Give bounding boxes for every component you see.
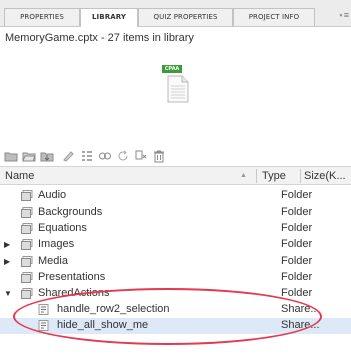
update-icon[interactable] <box>116 149 130 163</box>
new-folder-icon[interactable] <box>4 149 18 163</box>
row-name: Audio <box>38 189 67 201</box>
row-type: Folder <box>281 271 313 283</box>
panel-menu-icon[interactable]: ⋆≡ <box>338 10 349 21</box>
library-folder-backgrounds[interactable]: Backgrounds Folder <box>0 205 351 221</box>
row-type: Folder <box>281 255 313 267</box>
edit-icon[interactable] <box>61 149 75 163</box>
row-type: Folder <box>281 287 313 299</box>
panel-tab-bar: PROPERTIES LIBRARY QUIZ PROPERTIES PROJE… <box>0 0 351 27</box>
row-type: Share... <box>281 303 320 315</box>
expand-arrow-icon[interactable]: ▶ <box>4 240 10 249</box>
row-name: Equations <box>38 222 87 234</box>
tab-quiz-properties[interactable]: QUIZ PROPERTIES <box>138 8 233 26</box>
library-folder-media[interactable]: ▶ Media Folder <box>0 254 351 270</box>
document-icon <box>167 75 189 103</box>
row-name: SharedActions <box>38 287 110 299</box>
column-name[interactable]: Name <box>5 170 34 182</box>
sort-ascending-icon: ▲ <box>240 172 247 179</box>
row-type: Folder <box>281 189 313 201</box>
column-size[interactable]: Size(K... <box>304 170 346 182</box>
row-name: Presentations <box>38 271 106 283</box>
properties-list-icon[interactable] <box>80 149 94 163</box>
library-summary: MemoryGame.cptx - 27 items in library <box>5 32 194 44</box>
import-icon[interactable] <box>40 149 54 163</box>
collapse-arrow-icon[interactable]: ▼ <box>4 289 12 298</box>
row-name: Media <box>38 255 68 267</box>
row-type: Folder <box>281 206 313 218</box>
delete-icon[interactable] <box>152 149 166 163</box>
column-divider[interactable] <box>256 169 257 183</box>
images-folder-icon <box>21 239 33 250</box>
row-name: Images <box>38 238 75 250</box>
row-name: hide_all_show_me <box>57 319 149 331</box>
row-type: Folder <box>281 238 313 250</box>
library-folder-equations[interactable]: Equations Folder <box>0 221 351 237</box>
backgrounds-folder-icon <box>21 207 33 218</box>
library-item-handle-row2-selection[interactable]: handle_row2_selection Share... <box>0 302 351 318</box>
shared-action-icon <box>38 320 49 331</box>
library-item-hide-all-show-me[interactable]: hide_all_show_me Share... <box>0 318 351 334</box>
library-folder-sharedactions[interactable]: ▼ SharedActions Folder <box>0 286 351 302</box>
library-folder-audio[interactable]: Audio Folder <box>0 188 351 204</box>
presentations-folder-icon <box>21 272 33 283</box>
tab-project-info[interactable]: PROJECT INFO <box>233 8 315 26</box>
media-folder-icon <box>21 256 33 267</box>
column-divider[interactable] <box>300 169 301 183</box>
row-type: Share... <box>281 319 320 331</box>
library-folder-images[interactable]: ▶ Images Folder <box>0 237 351 253</box>
tab-properties[interactable]: PROPERTIES <box>4 8 80 26</box>
library-folder-presentations[interactable]: Presentations Folder <box>0 270 351 286</box>
row-name: Backgrounds <box>38 206 103 218</box>
row-type: Folder <box>281 222 313 234</box>
open-library-icon[interactable] <box>22 149 36 163</box>
shared-action-icon <box>38 304 49 315</box>
library-column-header: Name ▲ Type Size(K... <box>0 166 351 185</box>
tab-library[interactable]: LIBRARY <box>80 8 138 27</box>
file-type-badge: CPAA <box>162 65 182 73</box>
usage-link-icon[interactable] <box>98 149 112 163</box>
expand-arrow-icon[interactable]: ▶ <box>4 257 10 266</box>
sharedactions-folder-icon <box>21 288 33 299</box>
column-type[interactable]: Type <box>262 170 286 182</box>
audio-folder-icon <box>21 190 33 201</box>
row-name: handle_row2_selection <box>57 303 170 315</box>
library-toolbar <box>0 145 351 167</box>
select-unused-icon[interactable] <box>134 149 148 163</box>
equations-folder-icon <box>21 223 33 234</box>
